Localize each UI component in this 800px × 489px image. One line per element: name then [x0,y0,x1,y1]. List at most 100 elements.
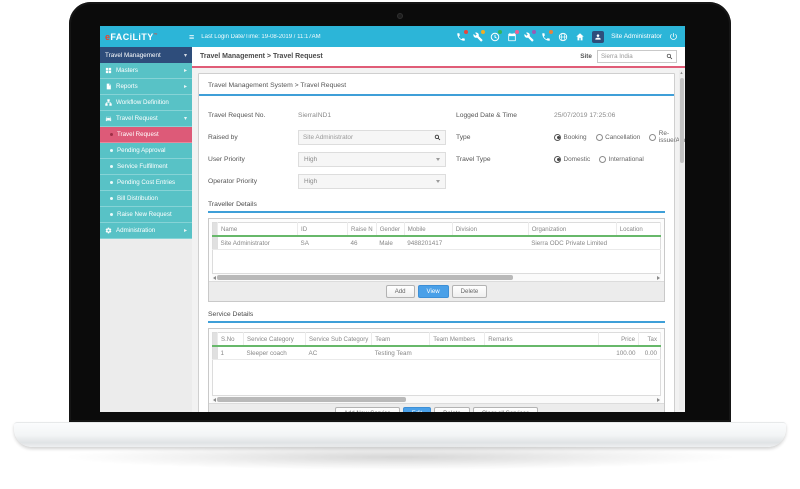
sidebar-subitem-pending-cost-entries[interactable]: Pending Cost Entries [100,175,192,191]
col-location[interactable]: Location [616,223,660,237]
sidebar-item-workflow-definition[interactable]: Workflow Definition [100,95,192,111]
col-name[interactable]: Name [218,223,298,237]
sidebar-item-travel-request-parent[interactable]: Travel Request ▾ [100,111,192,127]
col-remarks[interactable]: Remarks [485,333,599,347]
grid-empty-area [212,250,661,274]
travel-request-no-value: SierraIND1 [298,104,450,126]
col-division[interactable]: Division [452,223,528,237]
scroll-left-arrow[interactable] [213,276,216,280]
bullet-icon [110,197,113,200]
raised-by-input[interactable]: Site Administrator [298,130,446,145]
operator-priority-select[interactable]: High [298,174,446,189]
add-new-service-button[interactable]: Add New Service [335,407,400,412]
traveller-details-header: Traveller Details [208,201,665,213]
bullet-icon [110,133,113,136]
notification-badge [481,30,486,35]
col-price[interactable]: Price [599,333,639,347]
travel-request-no-label: Travel Request No. [208,104,292,126]
service-details-header: Service Details [208,311,665,323]
radio-icon [596,134,603,141]
sidebar-subitem-bill-distribution[interactable]: Bill Distribution [100,191,192,207]
laptop-mockup: eFACiLiTY™ ≡ Last Login Date/Time: 19-08… [0,0,800,489]
col-service-category[interactable]: Service Category [244,333,306,347]
service-header-row: S.No Service Category Service Sub Catego… [213,333,661,347]
view-button[interactable]: View [418,285,449,298]
tools-icon[interactable] [524,32,534,42]
col-sno[interactable]: S.No [218,333,244,347]
logout-power-icon[interactable] [669,32,679,42]
scroll-right-arrow[interactable] [657,276,660,280]
traveller-row[interactable]: Site Administrator SA 46 Male 9488201417… [213,236,661,250]
phone-icon[interactable] [456,32,466,42]
sidebar-item-masters[interactable]: Masters ▸ [100,63,192,79]
wrench-icon[interactable] [473,32,483,42]
sidebar-subitem-raise-new-request[interactable]: Raise New Request [100,207,192,223]
hamburger-menu-icon[interactable]: ≡ [189,32,194,42]
home-icon[interactable] [575,32,585,42]
search-icon [434,134,441,141]
horizontal-scrollbar[interactable] [212,274,661,281]
delete-button[interactable]: Delete [434,407,470,412]
vertical-scrollbar[interactable]: ▲ [679,70,684,410]
col-organization[interactable]: Organization [528,223,616,237]
travel-request-form: Travel Request No. SierraIND1 Logged Dat… [208,104,665,192]
scroll-up-arrow[interactable]: ▲ [679,71,684,75]
work-area: ▲ Travel Management System > Travel Requ… [192,68,685,412]
traveller-buttons: Add View Delete [209,281,664,301]
sidebar: Travel Management ▾ Masters ▸ Reports ▸ [100,47,192,412]
chevron-down-icon: ▾ [184,52,187,59]
clear-all-services-button[interactable]: Clear all Services [473,407,538,412]
scrollbar-thumb[interactable] [217,397,406,402]
radio-booking[interactable]: Booking [554,134,587,141]
call-icon[interactable] [541,32,551,42]
horizontal-scrollbar[interactable] [212,396,661,403]
col-gender[interactable]: Gender [376,223,404,237]
col-mobile[interactable]: Mobile [404,223,452,237]
sidebar-item-reports[interactable]: Reports ▸ [100,79,192,95]
col-team[interactable]: Team [372,333,430,347]
scrollbar-thumb[interactable] [217,275,513,280]
last-login-text: Last Login Date/Time: 19-08-2019 / 11:17… [201,34,320,40]
sidebar-module-header[interactable]: Travel Management ▾ [100,47,192,63]
service-row[interactable]: 1 Sleeper coach AC Testing Team 100.00 0… [213,346,661,360]
clock-icon[interactable] [490,32,500,42]
edit-button[interactable]: Edit [403,407,432,412]
delete-button[interactable]: Delete [452,285,488,298]
travel-type-label: Travel Type [456,148,548,170]
radio-icon [554,134,561,141]
col-raise-n[interactable]: Raise N [348,223,377,237]
travel-type-radio-group: Domestic International [554,156,644,163]
add-button[interactable]: Add [386,285,415,298]
traveller-grid: Name ID Raise N Gender Mobile Division O… [208,218,665,302]
col-service-sub-category[interactable]: Service Sub Category [306,333,372,347]
scrollbar-thumb[interactable] [680,78,684,163]
user-priority-select[interactable]: High [298,152,446,167]
sidebar-item-administration[interactable]: Administration ▸ [100,223,192,239]
site-search-input[interactable]: Sierra India [597,50,677,63]
laptop-bezel: eFACiLiTY™ ≡ Last Login Date/Time: 19-08… [69,2,731,422]
service-grid: S.No Service Category Service Sub Catego… [208,328,665,412]
globe-icon[interactable] [558,32,568,42]
scroll-right-arrow[interactable] [657,398,660,402]
service-buttons: Add New Service Edit Delete Clear all Se… [209,403,664,412]
chevron-down-icon [436,158,440,161]
user-avatar[interactable] [592,31,604,43]
scroll-left-arrow[interactable] [213,398,216,402]
sidebar-subitem-label: Travel Request [117,131,159,138]
radio-domestic[interactable]: Domestic [554,156,590,163]
col-team-members[interactable]: Team Members [430,333,485,347]
sidebar-subitem-travel-request[interactable]: Travel Request [100,127,192,143]
gear-icon [105,227,112,234]
logged-in-user[interactable]: Site Administrator [611,33,662,40]
sidebar-subitem-label: Service Fulfillment [117,163,168,170]
user-priority-label: User Priority [208,148,292,170]
radio-cancellation[interactable]: Cancellation [596,134,641,141]
col-id[interactable]: ID [298,223,348,237]
radio-icon [554,156,561,163]
radio-international[interactable]: International [599,156,644,163]
sidebar-subitem-pending-approval[interactable]: Pending Approval [100,143,192,159]
col-tax[interactable]: Tax [639,333,661,347]
chevron-right-icon: ▸ [184,227,187,234]
notes-icon[interactable] [507,32,517,42]
sidebar-subitem-service-fulfillment[interactable]: Service Fulfillment [100,159,192,175]
